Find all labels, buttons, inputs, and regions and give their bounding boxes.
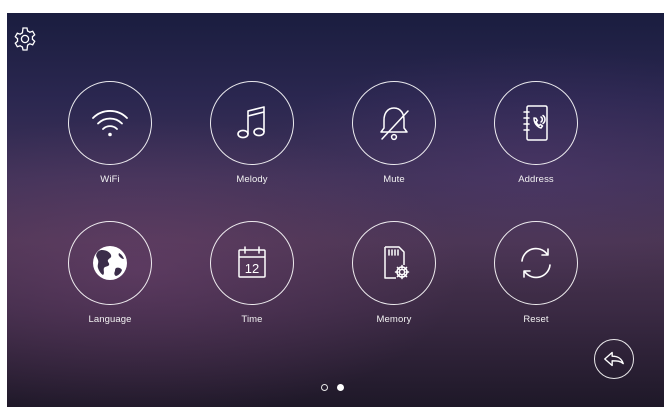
calendar-icon: 12 — [210, 221, 294, 305]
menu-item-label: Language — [88, 314, 132, 325]
page-indicator — [321, 384, 344, 392]
menu-item-address[interactable]: Address — [481, 81, 591, 201]
music-note-icon — [210, 81, 294, 165]
globe-icon — [68, 221, 152, 305]
back-button[interactable] — [594, 339, 634, 379]
menu-item-wifi[interactable]: WiFi — [55, 81, 165, 201]
menu-item-label: Time — [241, 314, 263, 325]
menu-item-mute[interactable]: Mute — [339, 81, 449, 201]
address-book-icon — [494, 81, 578, 165]
page-dot-2[interactable] — [337, 384, 344, 391]
calendar-day: 12 — [245, 261, 259, 276]
menu-item-label: WiFi — [100, 174, 120, 185]
menu-item-reset[interactable]: Reset — [481, 221, 591, 341]
bell-muted-icon — [352, 81, 436, 165]
menu-item-label: Memory — [376, 314, 412, 325]
settings-screen: WiFi Melody Mute Address Language 12 Tim… — [7, 13, 664, 407]
page-dot-1[interactable] — [321, 384, 328, 391]
menu-item-label: Mute — [383, 174, 405, 185]
menu-item-label: Address — [518, 174, 554, 185]
sd-card-settings-icon — [352, 221, 436, 305]
menu-item-label: Reset — [523, 314, 549, 325]
refresh-icon — [494, 221, 578, 305]
menu-item-melody[interactable]: Melody — [197, 81, 307, 201]
wifi-icon — [68, 81, 152, 165]
menu-item-time[interactable]: 12 Time — [197, 221, 307, 341]
menu-item-memory[interactable]: Memory — [339, 221, 449, 341]
back-arrow-icon — [604, 351, 624, 367]
menu-item-language[interactable]: Language — [55, 221, 165, 341]
menu-item-label: Melody — [236, 174, 268, 185]
gear-icon[interactable] — [12, 26, 38, 52]
